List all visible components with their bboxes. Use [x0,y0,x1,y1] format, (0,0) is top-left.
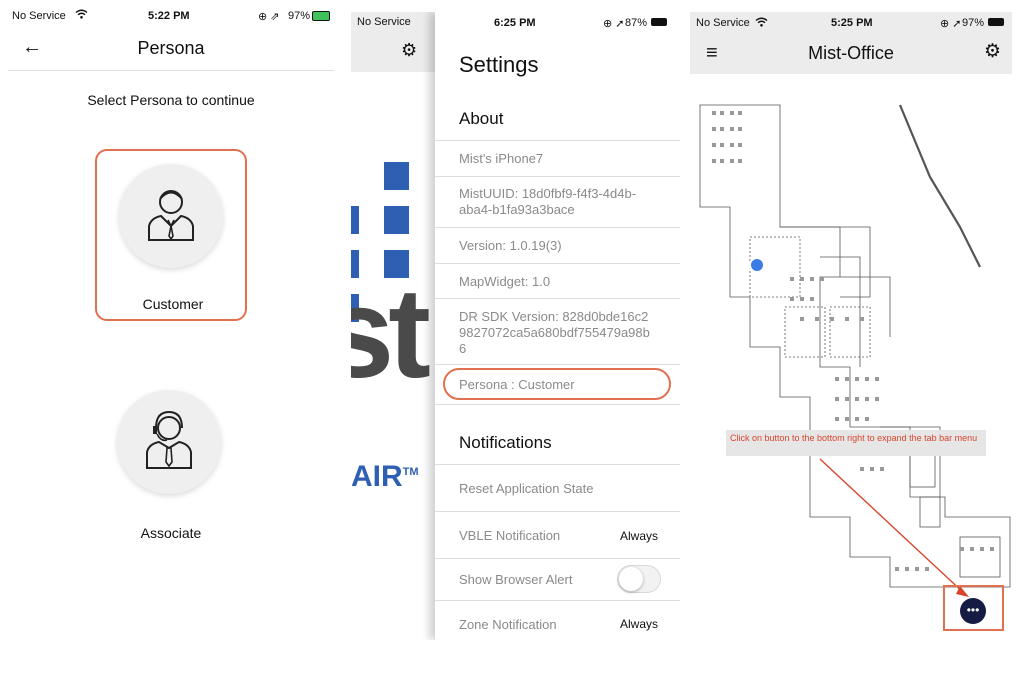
persona-label: Associate [140,525,202,541]
expand-tab-bar-button[interactable]: ••• [960,598,986,624]
status-battery: 87% [625,17,648,29]
location-icon: ⊕ ➚ [603,18,625,30]
mist-uuid: MistUUID: 18d0fbf9-f4f3-4d4b-aba4-b1fa93… [459,186,637,217]
status-time: 5:22 PM [148,10,190,22]
battery-icon [988,18,1004,26]
nav-bar: ← Persona [8,32,334,71]
list-item[interactable]: VBLE Notification Always [435,512,680,559]
customer-avatar-icon [119,164,223,268]
row-label: Zone Notification [459,617,557,632]
logo-square [384,206,409,234]
nav-bar: No Service 5:25 PM ⊕ ➚ 97% ≡ Mist-Office… [690,12,1012,74]
logo-tagline: AIRTM [351,460,419,494]
status-time: 6:25 PM [494,17,536,29]
persona-label: Customer [142,296,204,312]
section-title: Notifications [459,433,552,452]
status-carrier: No Service [357,16,411,28]
row-label: VBLE Notification [459,528,561,543]
settings-screen: No Service ⚙ st AIRTM 6:25 PM ⊕ ➚ 87% Se… [351,12,680,640]
logo-tagline-text: AIR [351,460,403,493]
trademark: TM [402,466,419,478]
row-value: Always [619,617,658,631]
app-version: Version: 1.0.19(3) [459,238,562,253]
gear-icon[interactable]: ⚙ [401,40,417,61]
page-title: Persona [137,38,205,58]
status-carrier: No Service [12,10,66,22]
floor-plan-map[interactable] [690,97,1012,607]
list-item: MapWidget: 1.0 [435,264,680,299]
wifi-icon [755,17,768,30]
logo-square [384,162,409,190]
row-label: Reset Application State [459,481,594,496]
battery-icon [651,18,667,26]
current-location-dot [749,257,765,273]
list-item: Show Browser Alert [435,559,680,601]
background-nav-bar: No Service ⚙ [351,12,435,72]
persona-screen: No Service 5:22 PM ⊕ ⇗ 97% ← Persona Sel… [0,0,342,691]
mapwidget-version: MapWidget: 1.0 [459,274,551,289]
list-item: Mist's iPhone7 [435,141,680,177]
section-title: About [459,109,504,128]
toggle-knob [619,567,643,591]
map-screen: No Service 5:25 PM ⊕ ➚ 97% ≡ Mist-Office… [690,12,1012,642]
reset-application-button[interactable]: Reset Application State [435,465,680,512]
wifi-icon [75,9,88,22]
device-name: Mist's iPhone7 [459,151,544,166]
list-item: Version: 1.0.19(3) [435,228,680,264]
battery-icon [312,11,330,21]
browser-alert-toggle[interactable] [617,565,661,593]
associate-avatar-icon [117,390,221,494]
status-carrier: No Service [696,17,750,29]
status-battery: 97% [288,10,311,22]
persona-value: Persona : Customer [459,377,575,392]
background-screen: No Service ⚙ st AIRTM [351,12,435,640]
row-value: Always [619,529,658,543]
list-item: MistUUID: 18d0fbf9-f4f3-4d4b-aba4-b1fa93… [435,177,680,228]
logo-wordmark: st [351,262,431,405]
status-time: 5:25 PM [831,17,873,29]
persona-prompt: Select Persona to continue [87,92,255,108]
list-item[interactable]: Zone Notification Always [435,601,680,640]
status-battery: 97% [962,17,985,29]
page-title: Settings [459,52,539,77]
logo-square [351,206,359,234]
section-header-about: About [435,104,680,141]
persona-card-customer[interactable]: Customer [95,149,247,321]
dr-sdk-version: DR SDK Version: 828d0bde16c29827072ca5a6… [459,309,650,356]
location-icon: ⊕ ➚ [940,18,962,30]
tutorial-callout: Click on button to the bottom right to e… [726,430,986,456]
row-label: Show Browser Alert [459,572,573,587]
list-item-persona[interactable]: Persona : Customer [435,365,680,405]
persona-card-associate[interactable]: Associate [95,377,247,549]
floor-plan-drawing [699,104,1011,597]
callout-pointer-line [819,458,967,596]
location-icon: ⊕ ⇗ [258,11,280,23]
list-item: DR SDK Version: 828d0bde16c29827072ca5a6… [435,299,680,365]
page-title: Mist-Office [808,43,894,63]
section-header-notifications: Notifications [435,428,680,465]
gear-icon[interactable]: ⚙ [984,40,1001,63]
settings-panel: 6:25 PM ⊕ ➚ 87% Settings About Mist's iP… [435,12,680,640]
